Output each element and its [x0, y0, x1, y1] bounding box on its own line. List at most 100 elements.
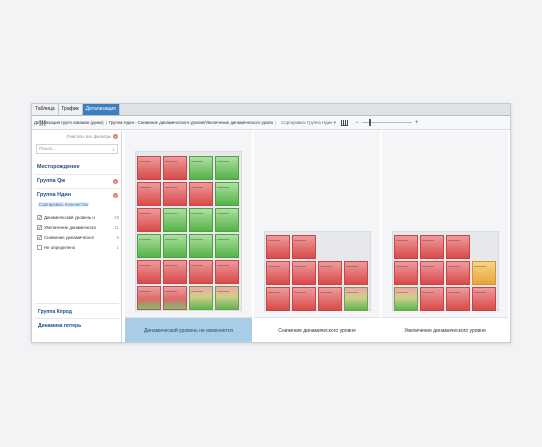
tile-caption-line: [396, 240, 408, 241]
clear-filters-label: Очистить все фильтры: [66, 134, 112, 139]
checkbox[interactable]: ✓: [37, 224, 42, 230]
sort-dropdown[interactable]: Сортировка: Группа Ндин ▾: [281, 120, 336, 126]
well-tile[interactable]: [137, 260, 161, 284]
filter-field[interactable]: Месторождение: [37, 164, 80, 170]
well-tile[interactable]: [420, 235, 444, 259]
well-tile[interactable]: [472, 287, 496, 311]
well-tile[interactable]: [189, 234, 213, 258]
well-tile[interactable]: [163, 260, 187, 284]
well-tile[interactable]: [189, 286, 213, 310]
tab-details[interactable]: Детализация: [82, 104, 120, 115]
sort-tag[interactable]: Сортировка: Количество: [38, 202, 90, 207]
well-tile[interactable]: [446, 261, 470, 285]
tile-caption-line: [217, 187, 229, 188]
detail-panel[interactable]: Снижение динамического уровня: [254, 131, 380, 342]
well-tile[interactable]: [420, 261, 444, 285]
well-tile[interactable]: [189, 156, 213, 180]
well-tile[interactable]: [215, 182, 239, 206]
clear-filters-link[interactable]: Очистить все фильтры ×: [66, 134, 118, 139]
tile-caption-line: [448, 240, 460, 241]
well-tile[interactable]: [266, 261, 290, 285]
tab-table[interactable]: Таблица: [32, 104, 59, 115]
tile-caption-line: [217, 213, 229, 214]
well-tile[interactable]: [266, 287, 290, 311]
panel-label[interactable]: Динамический уровень не изменяется: [125, 317, 252, 342]
well-tile[interactable]: [394, 235, 418, 259]
well-tile[interactable]: [446, 235, 470, 259]
search-input[interactable]: Поиск... ⌕: [36, 144, 118, 154]
well-tile[interactable]: [318, 287, 342, 311]
tab-chart[interactable]: График: [58, 104, 83, 115]
tile-caption-line: [165, 213, 177, 214]
well-tile[interactable]: [163, 208, 187, 232]
detail-panel[interactable]: Увеличение динамического уровня: [382, 131, 508, 342]
tile-caption-line: [191, 265, 203, 266]
remove-filter-icon[interactable]: ×: [113, 179, 118, 184]
tile-caption-line: [139, 291, 151, 292]
well-tile[interactable]: [137, 182, 161, 206]
checkbox[interactable]: [37, 244, 42, 250]
check-list: ✓ Динамический уровень н 29 ✓ Увеличение…: [37, 212, 119, 252]
well-tile[interactable]: [472, 261, 496, 285]
well-tile[interactable]: [137, 234, 161, 258]
panel-label[interactable]: Снижение динамического уровня: [254, 317, 380, 342]
well-tile[interactable]: [163, 286, 187, 310]
list-item[interactable]: Не определено 1: [37, 242, 119, 252]
bar-view-icon[interactable]: [340, 119, 348, 126]
tile-caption-line: [422, 266, 434, 267]
checkbox[interactable]: ✓: [37, 214, 42, 220]
tile-caption-line: [294, 266, 306, 267]
filter-group-qzh[interactable]: Группа Qж: [37, 178, 65, 184]
remove-filter-icon[interactable]: ×: [113, 193, 118, 198]
well-tile[interactable]: [292, 235, 316, 259]
panel-label[interactable]: Увеличение динамического уровня: [382, 317, 508, 342]
well-tile[interactable]: [215, 260, 239, 284]
well-tile[interactable]: [394, 287, 418, 311]
zoom-out-button[interactable]: −: [354, 120, 360, 126]
well-tile[interactable]: [137, 286, 161, 310]
list-item[interactable]: ✓ Снижение динамическог 9: [37, 232, 119, 242]
well-tile[interactable]: [292, 287, 316, 311]
well-tile[interactable]: [420, 287, 444, 311]
well-tile[interactable]: [344, 261, 368, 285]
breadcrumb-path[interactable]: Группа Ндин - Снижение динамического уро…: [109, 120, 273, 125]
well-tile[interactable]: [137, 208, 161, 232]
zoom-in-button[interactable]: +: [414, 120, 420, 126]
tile-caption-line: [320, 266, 332, 267]
well-tile[interactable]: [189, 208, 213, 232]
well-tile[interactable]: [215, 208, 239, 232]
well-tile[interactable]: [394, 261, 418, 285]
list-item-count: 9: [116, 234, 119, 240]
tile-caption-line: [191, 213, 203, 214]
well-tile[interactable]: [163, 182, 187, 206]
tile-caption-line: [191, 187, 203, 188]
tile-caption-line: [294, 240, 306, 241]
well-tile[interactable]: [318, 261, 342, 285]
checkbox[interactable]: ✓: [37, 234, 42, 240]
zoom-control: − +: [354, 119, 420, 126]
well-tile[interactable]: [215, 286, 239, 310]
well-tile[interactable]: [292, 261, 316, 285]
well-tile[interactable]: [215, 234, 239, 258]
list-item[interactable]: ✓ Динамический уровень н 29: [37, 212, 119, 222]
tile-caption-line: [448, 292, 460, 293]
detail-panels: Динамический уровень не изменяется Сниже…: [123, 131, 510, 342]
well-tile[interactable]: [163, 156, 187, 180]
tile-view-icon[interactable]: [39, 119, 46, 126]
filter-group-kprod[interactable]: Группа Кпрод: [38, 309, 72, 315]
well-tile[interactable]: [189, 182, 213, 206]
detail-panel[interactable]: Динамический уровень не изменяется: [125, 131, 252, 342]
well-tile[interactable]: [137, 156, 161, 180]
well-tile[interactable]: [163, 234, 187, 258]
zoom-slider[interactable]: [361, 119, 412, 126]
tile-caption-line: [396, 266, 408, 267]
well-tile[interactable]: [446, 287, 470, 311]
filter-group-ndin[interactable]: Группа Ндин: [37, 192, 71, 198]
well-tile[interactable]: [189, 260, 213, 284]
well-tile[interactable]: [215, 156, 239, 180]
well-tile[interactable]: [266, 235, 290, 259]
zoom-slider-thumb[interactable]: [368, 119, 371, 126]
well-tile[interactable]: [344, 287, 368, 311]
list-item[interactable]: ✓ Увеличение динамическо 11: [37, 222, 119, 232]
filter-loss-dynamics[interactable]: Динамика потерь: [38, 323, 81, 329]
